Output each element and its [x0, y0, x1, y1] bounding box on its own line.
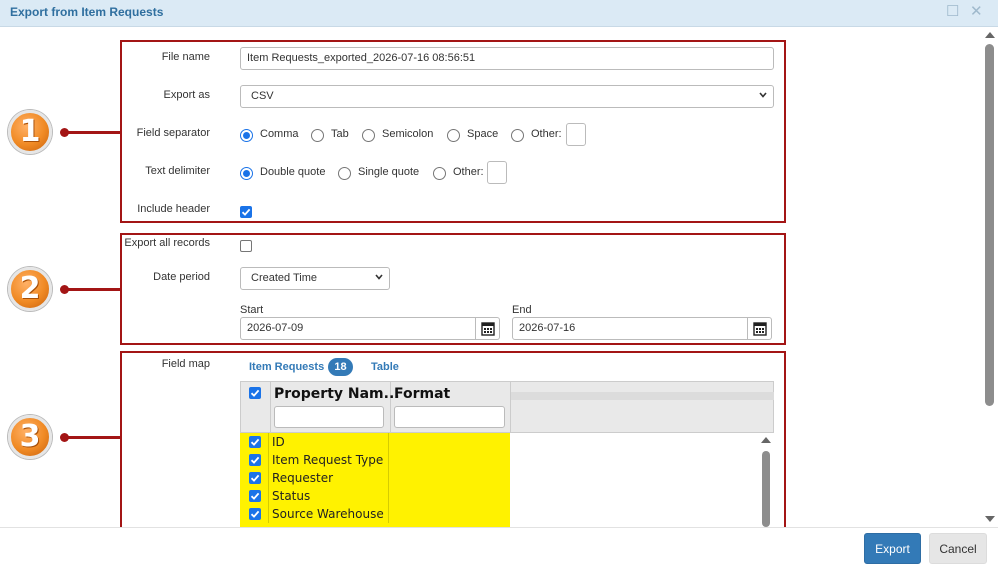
date-period-label: Date period [153, 271, 210, 283]
separator-tab-label: Tab [331, 128, 349, 140]
end-label: End [512, 304, 532, 316]
row-format-cell[interactable] [389, 505, 510, 523]
row-format-cell[interactable] [389, 433, 510, 451]
scroll-up-icon[interactable] [985, 32, 995, 38]
scrollbar-thumb[interactable] [985, 44, 994, 406]
delimiter-other-radio[interactable] [433, 167, 446, 180]
dialog-title: Export from Item Requests [10, 5, 164, 19]
step-badge-2: 2 [8, 267, 52, 311]
file-name-label: File name [161, 51, 210, 63]
row-checkbox[interactable] [249, 436, 261, 448]
start-date-input[interactable]: 2026-07-09 [240, 317, 476, 340]
date-period-select[interactable]: Created Time [240, 267, 390, 290]
row-format-cell[interactable] [389, 469, 510, 487]
row-checkbox[interactable] [249, 472, 261, 484]
separator-space-label: Space [467, 128, 499, 140]
tab-table[interactable]: Table [371, 361, 399, 373]
delimiter-double-quote-radio[interactable] [240, 167, 253, 180]
table-row[interactable]: Status [240, 487, 510, 505]
export-button[interactable]: Export [864, 533, 921, 564]
start-calendar-button[interactable] [476, 317, 500, 340]
step-badge-3: 3 [8, 415, 52, 459]
end-date-input[interactable]: 2026-07-16 [512, 317, 748, 340]
row-checkbox[interactable] [249, 454, 261, 466]
connector-3 [60, 433, 120, 442]
separator-comma-label: Comma [260, 128, 299, 140]
column-header-format[interactable]: Format [394, 386, 450, 402]
close-icon[interactable]: ✕ [970, 3, 983, 21]
row-property-name: Source Warehouse [269, 505, 389, 523]
maximize-icon[interactable]: ☐ [946, 3, 959, 21]
delimiter-other-input[interactable] [487, 161, 507, 184]
export-as-select[interactable]: CSV [240, 85, 774, 108]
table-row[interactable]: ID [240, 433, 510, 451]
tab-item-requests[interactable]: Item Requests [249, 361, 324, 373]
start-label: Start [240, 304, 264, 316]
file-name-input[interactable]: Item Requests_exported_2026-07-16 08:56:… [240, 47, 774, 70]
separator-space-radio[interactable] [447, 129, 460, 142]
separator-other-input[interactable] [566, 123, 586, 146]
separator-other-radio[interactable] [511, 129, 524, 142]
export-as-label: Export as [163, 89, 210, 101]
grid-scrollbar-thumb[interactable] [762, 451, 770, 527]
chevron-down-icon [375, 274, 383, 280]
grid-scroll-up-icon[interactable] [761, 437, 771, 443]
export-all-records-checkbox[interactable] [240, 240, 252, 252]
separator-tab-radio[interactable] [311, 129, 324, 142]
calendar-icon [481, 322, 495, 336]
grid-scrollbar[interactable] [758, 433, 774, 527]
end-calendar-button[interactable] [748, 317, 772, 340]
format-filter-input[interactable] [394, 406, 505, 428]
calendar-icon [753, 322, 767, 336]
property-name-filter-input[interactable] [274, 406, 384, 428]
cancel-button[interactable]: Cancel [929, 533, 987, 564]
export-as-value: CSV [251, 90, 274, 102]
delimiter-double-quote-label: Double quote [260, 166, 326, 178]
export-all-records-label: Export all records [124, 237, 210, 249]
text-delimiter-label: Text delimiter [145, 165, 210, 177]
dialog-footer: Export Cancel [0, 527, 998, 567]
field-map-label: Field map [161, 358, 210, 370]
step-badge-1: 1 [8, 110, 52, 154]
table-row[interactable]: Source Warehouse [240, 505, 510, 523]
date-period-value: Created Time [251, 272, 318, 284]
chevron-down-icon [759, 92, 767, 98]
row-property-name: Requester [269, 469, 389, 487]
table-row[interactable]: Requester [240, 469, 510, 487]
connector-2 [60, 285, 120, 294]
select-all-checkbox[interactable] [249, 387, 261, 399]
connector-1 [60, 128, 120, 137]
dialog-scrollbar[interactable] [982, 28, 998, 526]
delimiter-single-quote-radio[interactable] [338, 167, 351, 180]
separator-semicolon-radio[interactable] [362, 129, 375, 142]
separator-comma-radio[interactable] [240, 129, 253, 142]
row-checkbox[interactable] [249, 490, 261, 502]
delimiter-other-label: Other: [453, 166, 484, 178]
row-property-name: Item Request Type [269, 451, 389, 469]
delimiter-single-quote-label: Single quote [358, 166, 420, 178]
row-format-cell[interactable] [389, 451, 510, 469]
column-header-property-name[interactable]: Property Nam... [274, 386, 400, 402]
dialog-title-bar: Export from Item Requests ☐ ✕ [0, 0, 998, 27]
row-format-cell[interactable] [389, 487, 510, 505]
row-property-name: ID [269, 433, 389, 451]
separator-semicolon-label: Semicolon [382, 128, 434, 140]
item-requests-count-badge: 18 [328, 358, 353, 376]
table-row[interactable]: Item Request Type [240, 451, 510, 469]
row-checkbox[interactable] [249, 508, 261, 520]
scroll-down-icon[interactable] [985, 516, 995, 522]
field-separator-label: Field separator [136, 127, 210, 139]
include-header-checkbox[interactable] [240, 206, 252, 218]
separator-other-label: Other: [531, 128, 562, 140]
row-property-name: Status [269, 487, 389, 505]
include-header-label: Include header [137, 203, 210, 215]
